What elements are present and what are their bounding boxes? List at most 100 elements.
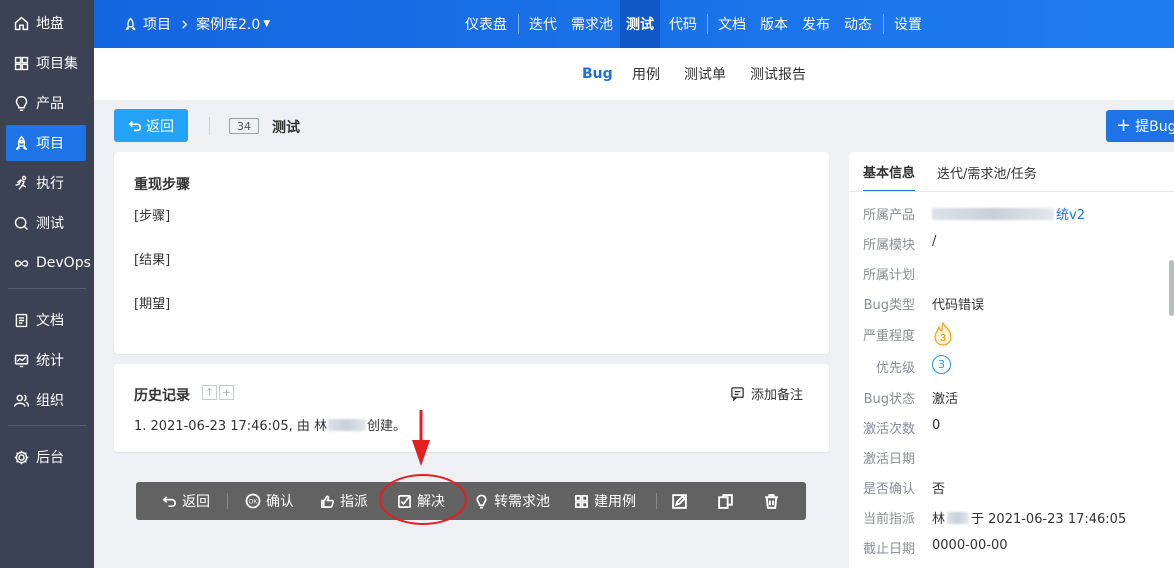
home-icon xyxy=(12,14,30,32)
info-label: 所属产品 xyxy=(862,208,915,223)
sidebar-item-dashboard[interactable]: 地盘 xyxy=(6,5,86,41)
comment-icon xyxy=(731,387,744,401)
subnav-testreport[interactable]: 测试报告 xyxy=(750,48,806,100)
add-note-label: 添加备注 xyxy=(750,388,803,403)
info-label: 是否确认 xyxy=(862,482,915,497)
toolbar-label: 返回 xyxy=(182,494,210,510)
nav-divider xyxy=(518,14,519,34)
copy-button[interactable] xyxy=(717,482,734,520)
redacted-name xyxy=(328,418,367,431)
flame-severity-icon: 3 xyxy=(934,322,952,346)
nav-iteration[interactable]: 迭代 xyxy=(526,0,560,48)
sidebar-item-org[interactable]: 组织 xyxy=(6,382,86,418)
subnav-testcase[interactable]: 用例 xyxy=(632,48,660,100)
sidebar-item-execution[interactable]: 执行 xyxy=(6,165,86,201)
sidebar-item-label: 项目 xyxy=(36,136,64,152)
toolbar-divider xyxy=(656,493,657,509)
scrollbar-thumb[interactable] xyxy=(1169,260,1174,316)
edit-icon xyxy=(672,493,687,509)
info-label: 激活日期 xyxy=(862,452,915,467)
tab-basic-info[interactable]: 基本信息 xyxy=(863,152,916,192)
rocket-icon xyxy=(125,17,136,30)
severity-value: 3 xyxy=(932,322,954,346)
nav-label: 迭代 xyxy=(529,17,557,33)
sidebar-item-docs[interactable]: 文档 xyxy=(6,302,86,338)
info-label: 优先级 xyxy=(875,361,915,376)
sidebar-item-devops[interactable]: DevOps xyxy=(6,245,91,281)
rocket-icon xyxy=(12,134,30,152)
info-panel: 基本信息 迭代/需求池/任务 所属产品 统v2 所属模块 / 所属计划 Bug类… xyxy=(849,152,1174,568)
product-value-text: 统v2 xyxy=(1056,208,1085,223)
sidebar-item-admin[interactable]: 后台 xyxy=(6,439,86,475)
toolbar-back-button[interactable]: 返回 xyxy=(162,482,210,520)
nav-dashboard[interactable]: 仪表盘 xyxy=(462,0,510,48)
thumb-icon xyxy=(321,495,335,508)
back-button[interactable]: 返回 xyxy=(114,109,188,142)
action-toolbar: 返回 OK 确认 指派 解决 转需求池 建用例 xyxy=(136,482,806,520)
history-entry-suffix: 创建。 xyxy=(367,419,407,434)
breadcrumb-root[interactable]: 项目 xyxy=(123,0,171,48)
nav-version[interactable]: 版本 xyxy=(757,0,791,48)
sidebar-item-program[interactable]: 项目集 xyxy=(6,45,86,81)
nav-docs[interactable]: 文档 xyxy=(715,0,749,48)
add-note-button[interactable]: 添加备注 xyxy=(730,384,803,403)
status-value: 激活 xyxy=(932,392,959,407)
toolbar-label: 指派 xyxy=(340,494,368,510)
to-story-button[interactable]: 转需求池 xyxy=(474,482,550,520)
copy-icon xyxy=(718,493,733,509)
steps-card: 重现步骤 [步骤] [结果] [期望] xyxy=(114,152,829,354)
sidebar-item-stats[interactable]: 统计 xyxy=(6,342,86,378)
ok-icon: OK xyxy=(245,493,261,509)
sidebar-item-label: 地盘 xyxy=(36,16,64,32)
assign-button[interactable]: 指派 xyxy=(320,482,368,520)
sidebar-item-test[interactable]: 测试 xyxy=(6,205,86,241)
nav-settings[interactable]: 设置 xyxy=(891,0,925,48)
history-entry: 1. 2021-06-23 17:46:05, 由 林 创建。 xyxy=(134,415,406,434)
tab-label: 基本信息 xyxy=(863,165,916,181)
assigned-to-name: 林 xyxy=(932,512,946,527)
expand-icon[interactable]: + xyxy=(219,385,234,400)
subnav-testtask[interactable]: 测试单 xyxy=(684,48,726,100)
trash-icon xyxy=(765,493,778,509)
info-label: 当前指派 xyxy=(862,512,915,527)
history-toggles: ↑ + xyxy=(202,385,234,400)
result-line: [结果] xyxy=(134,253,171,268)
plus-icon: + xyxy=(1116,115,1132,136)
sidebar-item-label: 文档 xyxy=(36,313,64,329)
project-switcher[interactable]: 案例库2.0 ▼ xyxy=(196,0,270,48)
info-label: Bug类型 xyxy=(863,298,915,313)
toolbar-label: 确认 xyxy=(266,494,294,510)
info-label: 截止日期 xyxy=(862,542,915,557)
type-value: 代码错误 xyxy=(932,298,985,313)
nav-divider xyxy=(883,14,884,34)
activated-count-value: 0 xyxy=(932,418,941,433)
nav-label: 代码 xyxy=(669,17,697,33)
chart-icon xyxy=(12,351,30,369)
product-value[interactable]: 统v2 xyxy=(932,204,1085,223)
sidebar-item-label: 后台 xyxy=(36,450,64,466)
resolve-button[interactable]: 解决 xyxy=(397,482,445,520)
report-bug-button[interactable]: + 提Bug xyxy=(1106,110,1174,142)
sidebar-item-product[interactable]: 产品 xyxy=(6,85,86,121)
subnav-label: 测试报告 xyxy=(750,67,806,83)
edit-button[interactable] xyxy=(671,482,688,520)
nav-label: 版本 xyxy=(760,17,788,33)
sidebar-item-label: 产品 xyxy=(36,96,64,112)
nav-backlog[interactable]: 需求池 xyxy=(568,0,616,48)
undo-icon xyxy=(128,120,142,131)
arrow-up-icon[interactable]: ↑ xyxy=(202,385,217,400)
delete-button[interactable] xyxy=(763,482,780,520)
priority-badge: 3 xyxy=(932,355,951,374)
create-case-button[interactable]: 建用例 xyxy=(574,482,636,520)
nav-test[interactable]: 测试 xyxy=(620,0,660,48)
nav-code[interactable]: 代码 xyxy=(666,0,700,48)
confirm-button[interactable]: OK 确认 xyxy=(245,482,294,520)
users-icon xyxy=(12,391,30,409)
tab-related[interactable]: 迭代/需求池/任务 xyxy=(937,152,1037,192)
sidebar-item-label: 测试 xyxy=(36,216,64,232)
sidebar-item-project[interactable]: 项目 xyxy=(6,125,86,161)
subnav-label: 测试单 xyxy=(684,67,726,83)
nav-activity[interactable]: 动态 xyxy=(841,0,875,48)
subnav-bug[interactable]: Bug xyxy=(582,48,613,100)
nav-release[interactable]: 发布 xyxy=(799,0,833,48)
